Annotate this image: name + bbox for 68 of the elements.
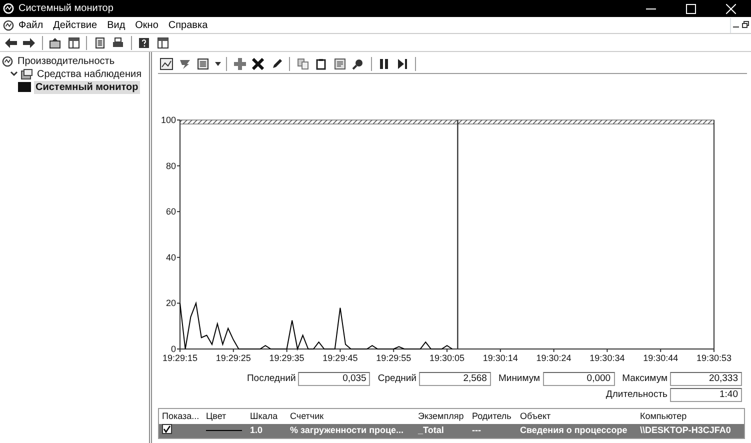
x-tick-label: 19:30:53 xyxy=(696,353,732,363)
y-tick-label: 100 xyxy=(160,115,176,125)
x-tick-label: 19:30:44 xyxy=(643,353,678,363)
expand-chevron-icon[interactable] xyxy=(10,71,18,77)
line-graph-icon[interactable] xyxy=(158,56,174,72)
performance-icon xyxy=(2,56,13,66)
report-icon[interactable] xyxy=(195,56,211,72)
window-icon[interactable] xyxy=(154,34,170,50)
table-cell-text: Сведения о процессоре xyxy=(519,424,628,437)
stat-value-field: 0,000 xyxy=(542,372,615,386)
table-cell-text: _Total xyxy=(417,424,445,437)
menu-item[interactable]: Справка xyxy=(163,18,213,32)
y-tick-label: 60 xyxy=(166,206,176,217)
x-tick-label: 19:30:14 xyxy=(482,353,518,363)
table-cell-text: 1.0 xyxy=(249,424,264,437)
x-tick-label: 19:30:24 xyxy=(536,353,572,363)
column-header[interactable]: Экземпляр xyxy=(415,408,469,424)
copy-icon[interactable] xyxy=(294,56,310,72)
table-cell-text: --- xyxy=(471,424,482,437)
column-header[interactable]: Компьютер xyxy=(637,408,735,424)
menu-item[interactable]: Вид xyxy=(102,18,130,32)
monitor-icon xyxy=(18,82,31,92)
y-tick-label: 0 xyxy=(170,344,176,354)
x-tick-label: 19:30:05 xyxy=(429,353,465,363)
y-tick-label: 80 xyxy=(166,160,176,171)
app-menu-icon[interactable] xyxy=(2,20,14,30)
column-header[interactable]: Шкала xyxy=(247,408,287,424)
app-logo-icon xyxy=(2,3,14,14)
stat-value-field: 0,035 xyxy=(298,372,370,386)
x-tick-label: 19:30:34 xyxy=(590,353,625,363)
stat-label: Длительность xyxy=(606,388,668,402)
y-tick-label: 40 xyxy=(166,252,176,262)
table-cell-text: \\DESKTOP-H3CJFA0 xyxy=(639,424,732,437)
stat-label: Средний xyxy=(378,372,416,386)
tree-item[interactable]: Производительность xyxy=(16,54,117,68)
table-cell-text: % загруженности проце... xyxy=(289,424,405,437)
column-header[interactable]: Счетчик xyxy=(287,408,415,424)
stat-value-field: 1:40 xyxy=(670,388,742,402)
y-tick-label: 20 xyxy=(166,298,176,308)
stat-value-field: 2,568 xyxy=(418,372,491,386)
maximize-icon[interactable] xyxy=(686,4,696,14)
checked-checkbox[interactable] xyxy=(162,424,172,434)
menu-item[interactable]: Окно xyxy=(130,18,164,32)
console-tree-icon[interactable] xyxy=(66,34,82,50)
plus-icon[interactable] xyxy=(232,56,248,72)
stat-label: Минимум xyxy=(498,372,540,386)
tree-item[interactable]: Средства наблюдения xyxy=(35,68,144,80)
column-header[interactable]: Показа... xyxy=(159,408,203,424)
stat-value-field: 20,333 xyxy=(670,372,742,386)
window-title: Системный монитор xyxy=(18,2,114,16)
table-row[interactable]: 1.0 % загруженности проце... _Total --- Сведения о процессоре \\DESKTOP-H3CJFA0 xyxy=(159,424,744,438)
menu-item[interactable]: Файл xyxy=(14,18,48,32)
stat-label: Максимум xyxy=(622,372,668,386)
x-tick-label: 19:29:55 xyxy=(376,353,412,363)
x-tick-label: 19:29:35 xyxy=(269,353,304,363)
x-tick-label: 19:29:45 xyxy=(322,353,358,363)
column-header[interactable]: Объект xyxy=(517,408,637,424)
folder-icon xyxy=(20,68,32,80)
column-header[interactable]: Цвет xyxy=(203,408,247,424)
stat-label: Последний xyxy=(246,372,296,386)
properties-icon[interactable] xyxy=(332,56,348,72)
tree-item[interactable]: Системный монитор xyxy=(34,80,140,94)
menu-item[interactable]: Действие xyxy=(48,18,102,32)
column-header[interactable]: Родитель xyxy=(469,408,517,424)
x-tick-label: 19:29:15 xyxy=(162,353,198,363)
x-tick-label: 19:29:25 xyxy=(216,353,251,363)
close-icon[interactable] xyxy=(726,4,736,14)
delete-icon[interactable] xyxy=(250,56,266,72)
